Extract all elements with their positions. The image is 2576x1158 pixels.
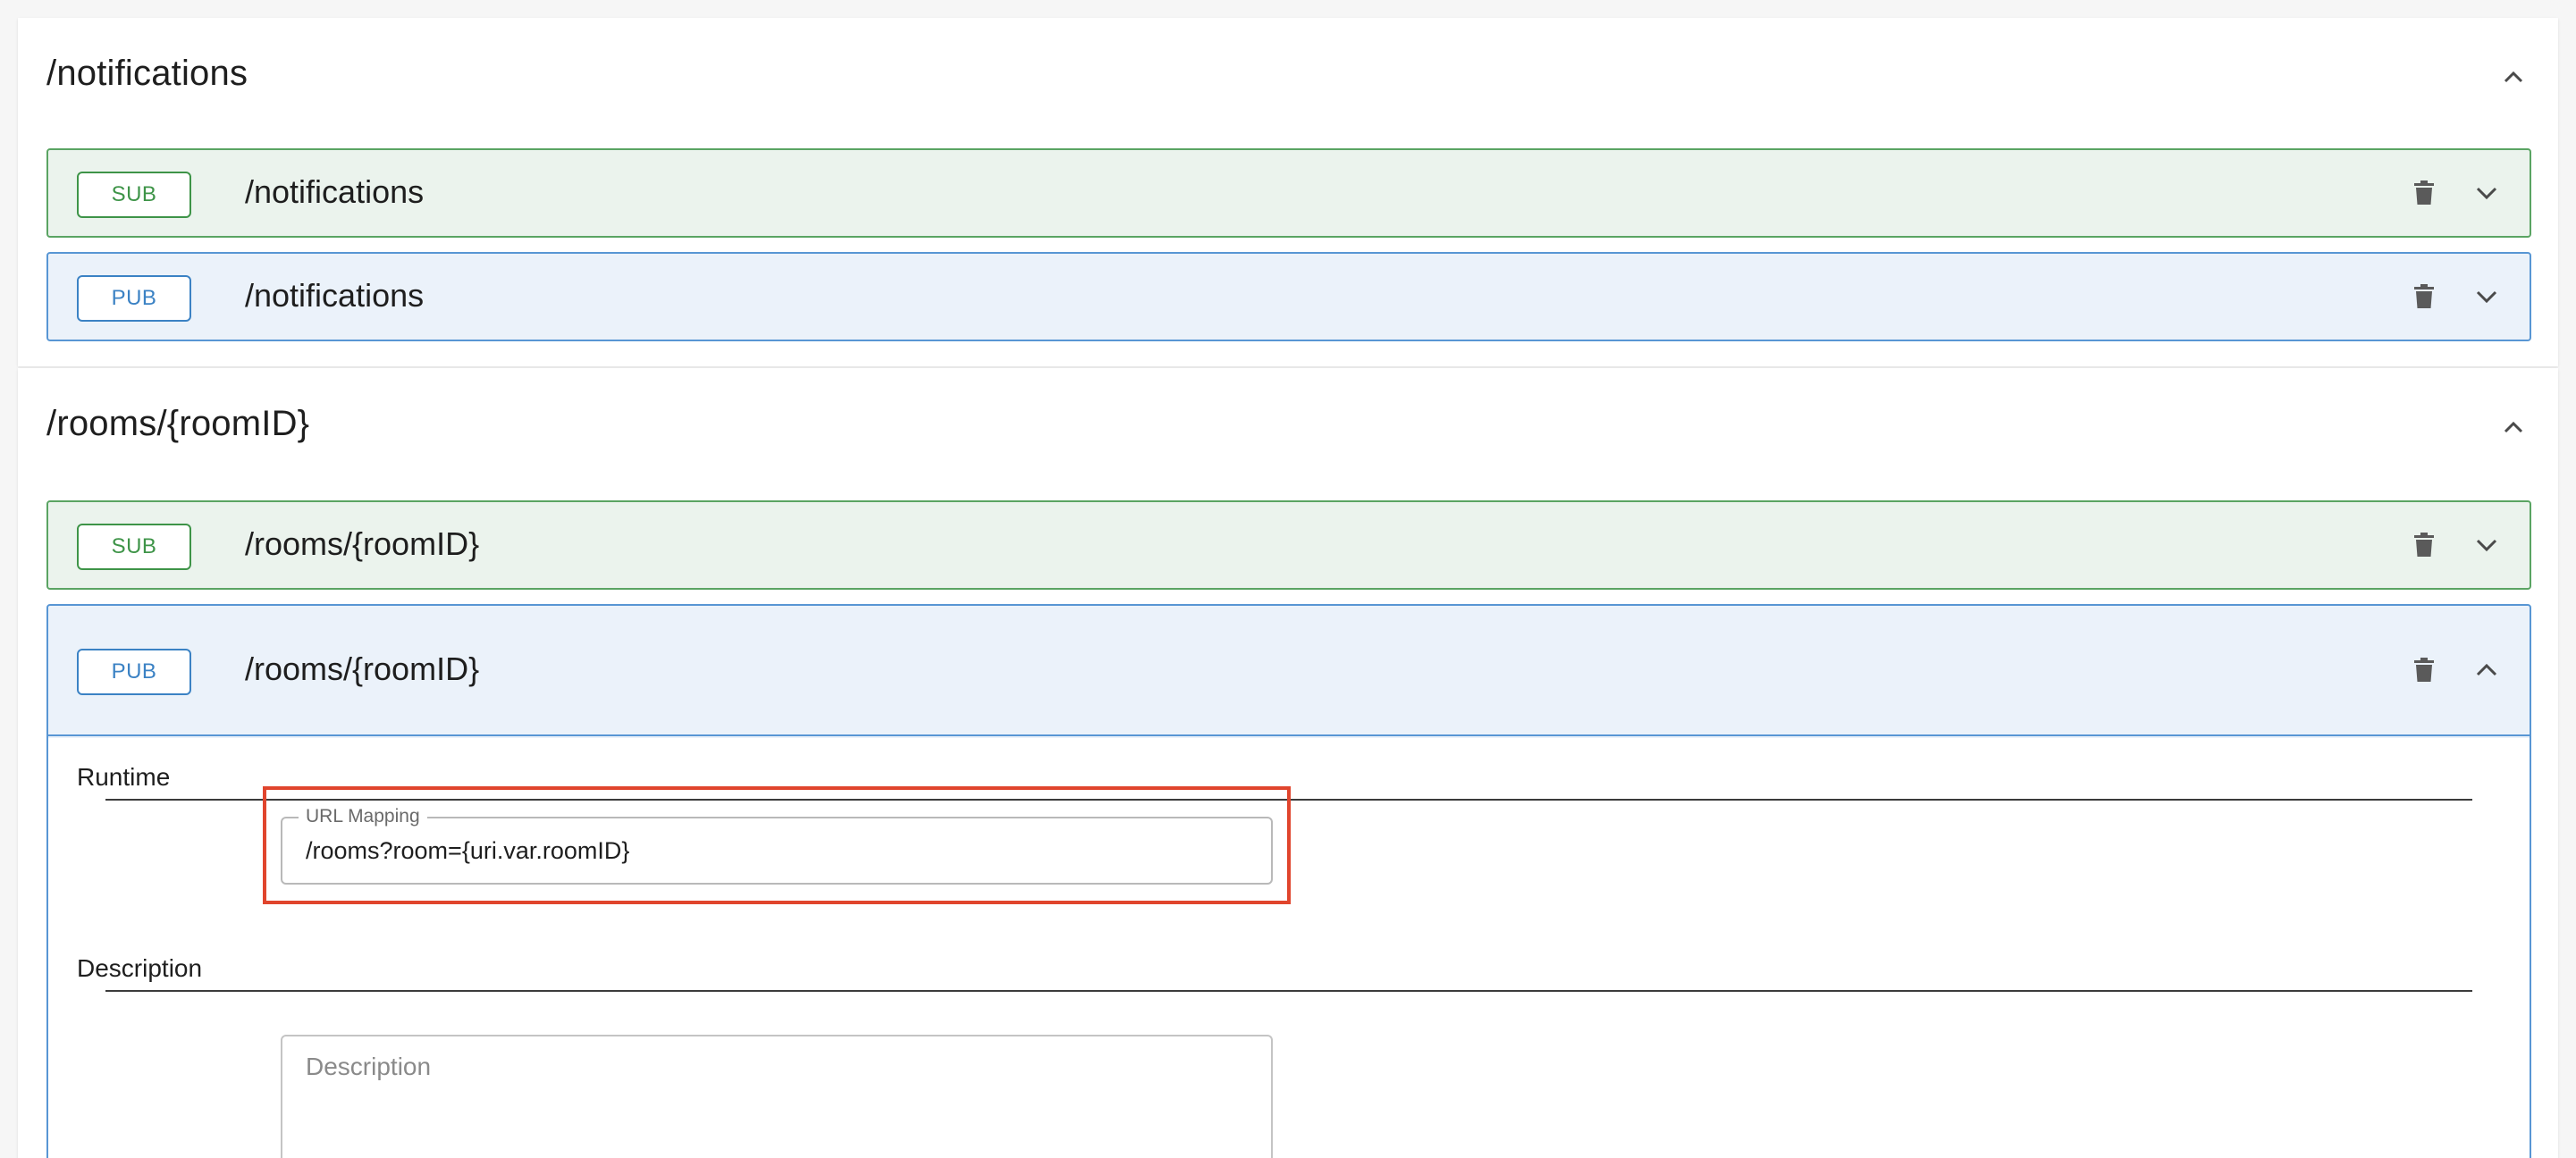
operation-sub[interactable]: SUB /rooms/{roomID}: [46, 500, 2531, 590]
operation-sub[interactable]: SUB /notifications: [46, 148, 2531, 238]
trash-icon: [2414, 533, 2434, 557]
operation-path: /rooms/{roomID}: [245, 650, 480, 687]
page: /notifications SUB /notifications PUB /n…: [0, 0, 2576, 1158]
chevron-down-icon: [2476, 187, 2497, 199]
description-section-label: Description: [77, 954, 203, 982]
collapse-operation-button[interactable]: [2471, 654, 2503, 686]
delete-operation-button[interactable]: [2408, 177, 2440, 209]
delete-operation-button[interactable]: [2408, 529, 2440, 561]
operation-path: /notifications: [245, 173, 425, 210]
description-input[interactable]: [281, 1035, 1273, 1158]
channel-collapse-button[interactable]: [2496, 59, 2531, 95]
expand-operation-button[interactable]: [2471, 177, 2503, 209]
trash-icon: [2414, 180, 2434, 205]
delete-operation-button[interactable]: [2408, 281, 2440, 313]
channel-title: /notifications: [46, 54, 248, 93]
chevron-down-icon: [2476, 539, 2497, 551]
trash-icon: [2414, 658, 2434, 682]
chevron-up-icon: [2504, 421, 2523, 433]
trash-icon: [2414, 284, 2434, 308]
delete-operation-button[interactable]: [2408, 654, 2440, 686]
sub-badge: SUB: [77, 524, 191, 570]
chevron-up-icon: [2504, 71, 2523, 83]
runtime-section-label: Runtime: [77, 763, 171, 791]
channel-card-rooms: /rooms/{roomID} SUB /rooms/{roomID} PUB …: [18, 368, 2558, 1158]
operation-header[interactable]: SUB /rooms/{roomID}: [48, 502, 2530, 588]
operation-path: /notifications: [245, 277, 425, 314]
channel-card-notifications: /notifications SUB /notifications PUB /n…: [18, 18, 2558, 366]
operation-pub[interactable]: PUB /notifications: [46, 252, 2531, 341]
pub-badge: PUB: [77, 275, 191, 322]
expand-operation-button[interactable]: [2471, 529, 2503, 561]
channel-collapse-button[interactable]: [2496, 409, 2531, 445]
operation-header[interactable]: PUB /rooms/{roomID}: [48, 606, 2530, 736]
expand-operation-button[interactable]: [2471, 281, 2503, 313]
operation-header[interactable]: PUB /notifications: [48, 254, 2530, 340]
description-divider: [105, 990, 2472, 992]
chevron-up-icon: [2476, 664, 2497, 676]
operation-body: Runtime URL Mapping Description: [48, 738, 2530, 1158]
operation-pub-expanded: PUB /rooms/{roomID} Runtime URL Mapping …: [46, 604, 2531, 1158]
url-mapping-field[interactable]: URL Mapping: [281, 806, 1273, 885]
pub-badge: PUB: [77, 649, 191, 695]
channel-title: /rooms/{roomID}: [46, 404, 310, 443]
sub-badge: SUB: [77, 172, 191, 218]
chevron-down-icon: [2476, 290, 2497, 303]
url-mapping-input[interactable]: [282, 818, 1271, 883]
operation-header[interactable]: SUB /notifications: [48, 150, 2530, 236]
operation-path: /rooms/{roomID}: [245, 525, 480, 562]
